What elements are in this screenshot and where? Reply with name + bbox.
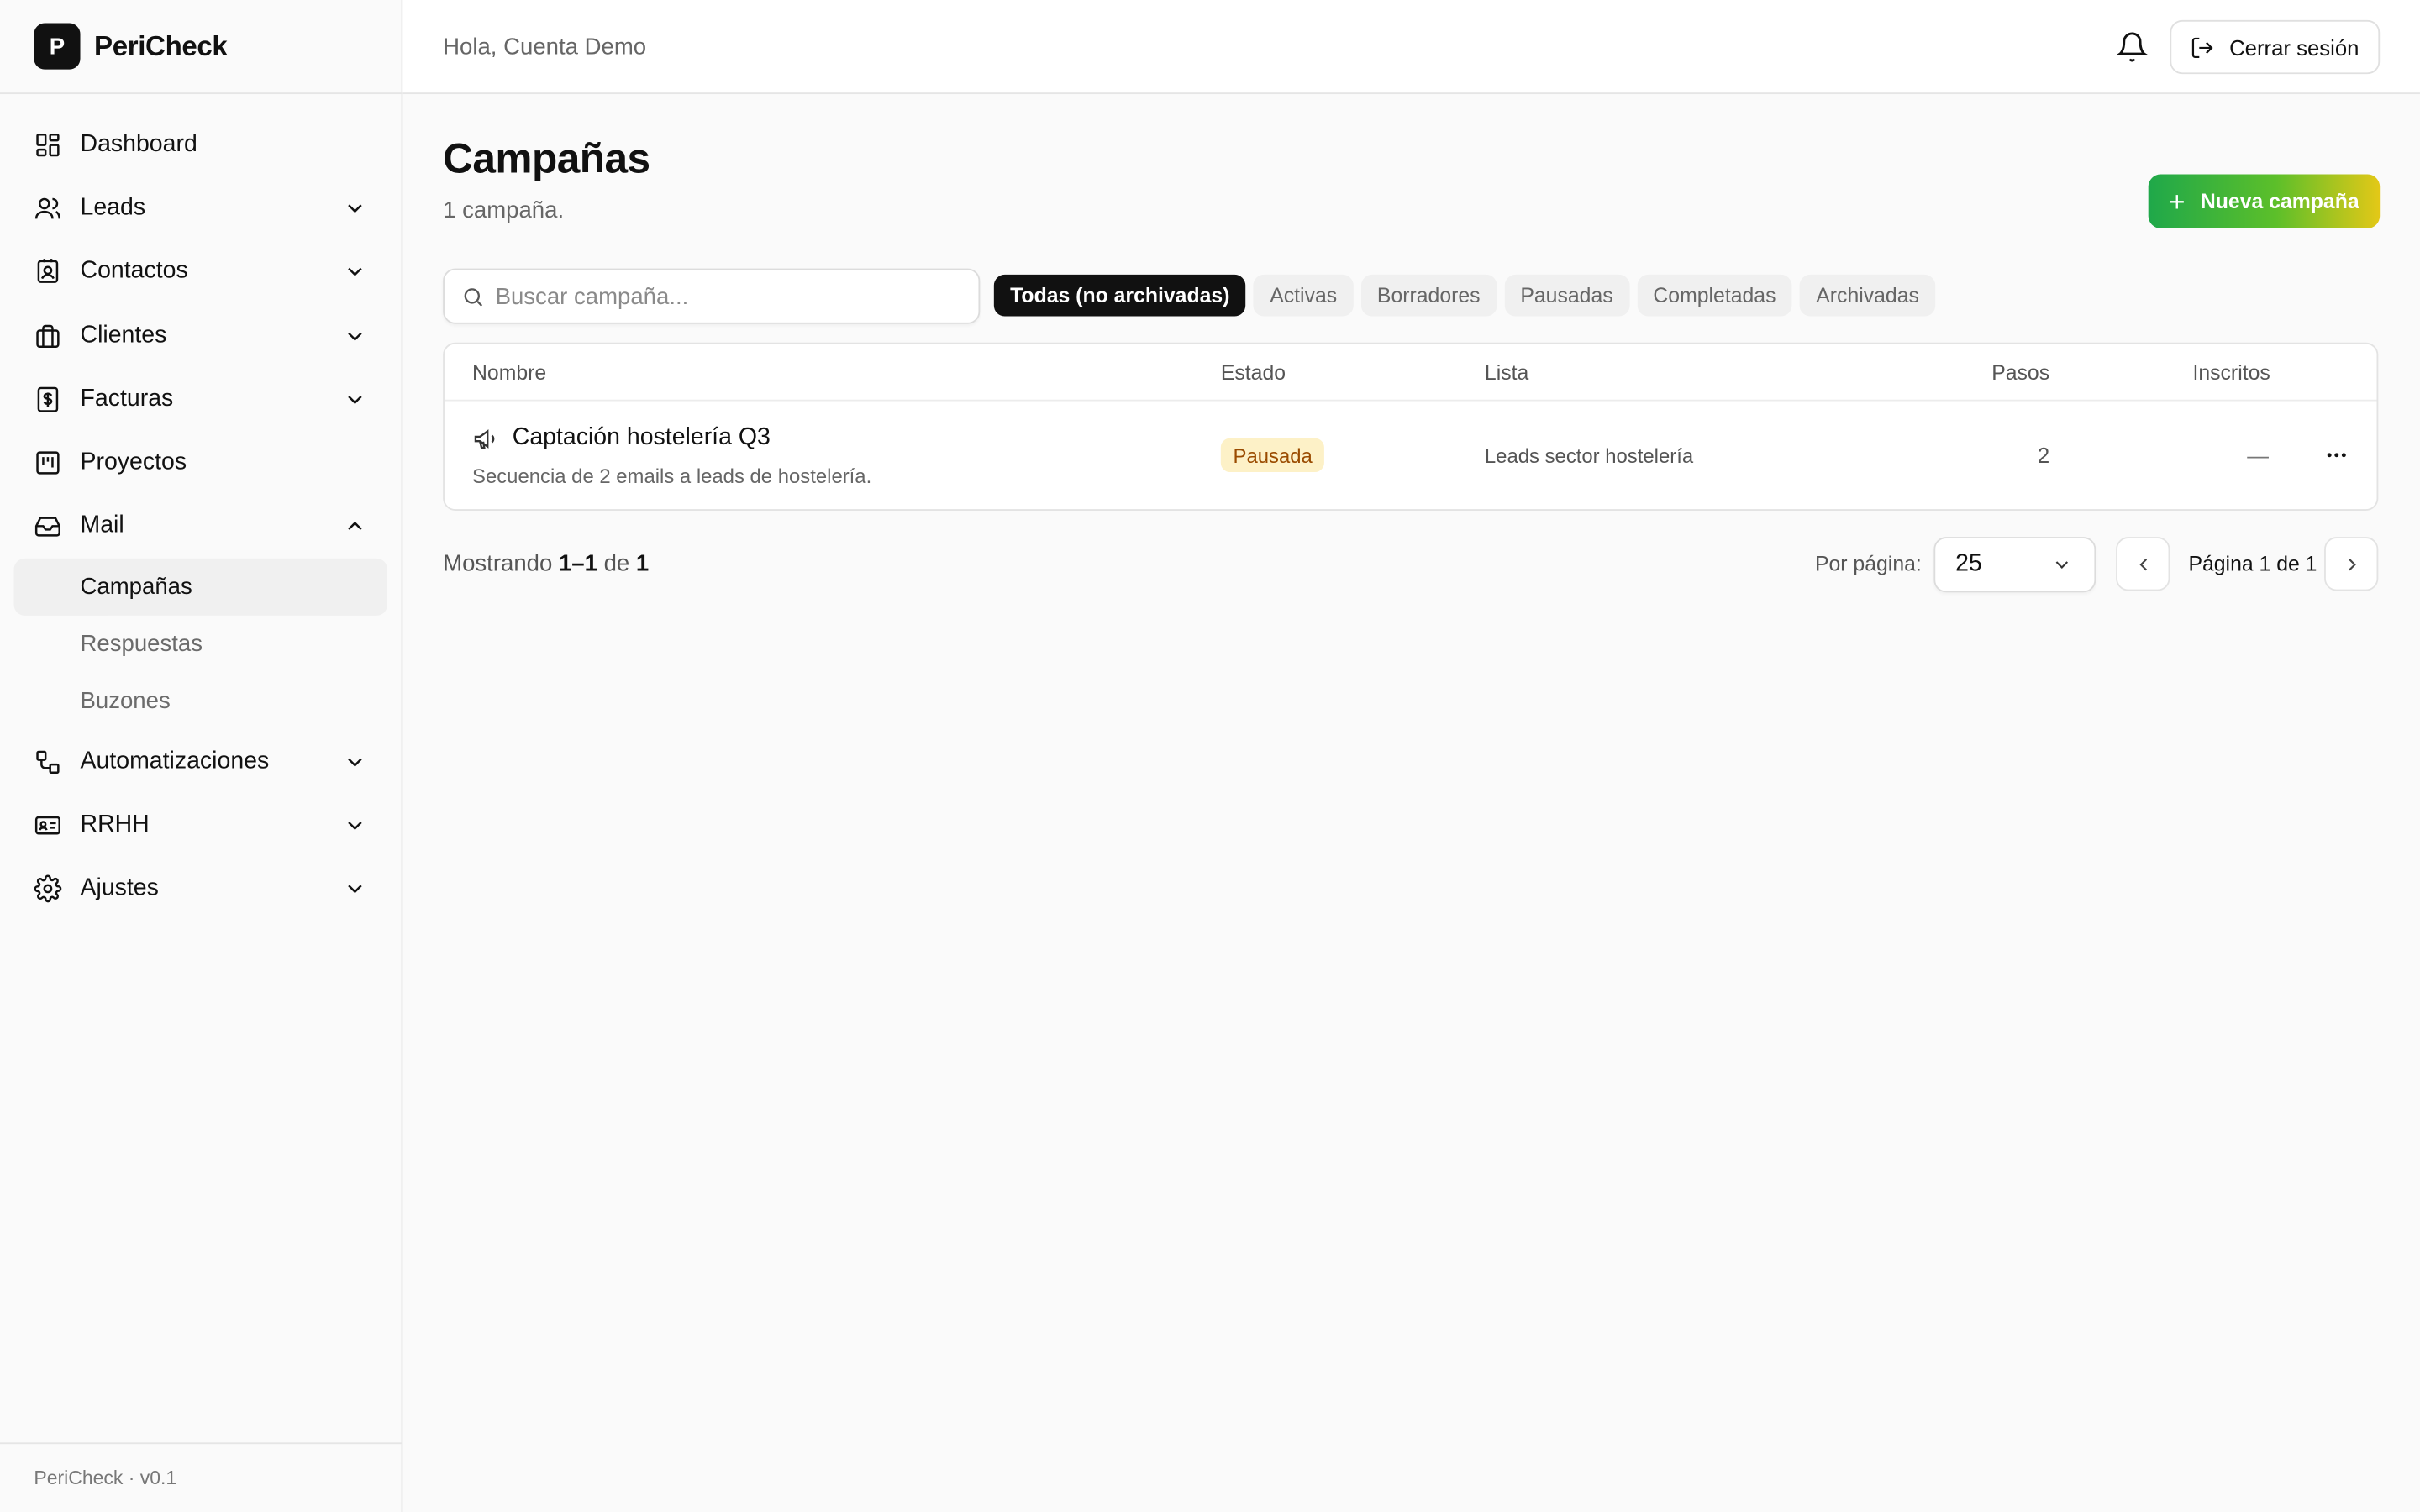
next-page-button[interactable] bbox=[2324, 537, 2379, 591]
workflow-icon bbox=[34, 748, 61, 775]
filter-activas[interactable]: Activas bbox=[1253, 274, 1354, 317]
campaigns-table: Nombre Estado Lista Pasos Inscritos Capt… bbox=[443, 342, 2379, 511]
sidebar-item-label: Facturas bbox=[80, 385, 174, 412]
column-header-lista[interactable]: Lista bbox=[1485, 361, 1528, 385]
new-campaign-label: Nueva campaña bbox=[2200, 189, 2360, 213]
search-input[interactable] bbox=[495, 283, 959, 310]
sidebar-item-dashboard[interactable]: Dashboard bbox=[0, 113, 402, 176]
table-row[interactable]: Captación hostelería Q3 Secuencia de 2 e… bbox=[445, 402, 2377, 511]
sidebar-item-label: Clientes bbox=[80, 322, 167, 349]
logout-label: Cerrar sesión bbox=[2229, 34, 2360, 60]
chevron-down-icon[interactable] bbox=[343, 260, 367, 284]
filter-completadas[interactable]: Completadas bbox=[1637, 274, 1792, 317]
logout-button[interactable]: Cerrar sesión bbox=[2170, 19, 2381, 75]
dashboard-icon bbox=[34, 130, 61, 158]
chevron-left-icon bbox=[2139, 558, 2147, 570]
inbox-icon bbox=[34, 513, 61, 541]
gear-icon bbox=[34, 875, 62, 903]
sidebar-item-label: Proyectos bbox=[80, 449, 187, 475]
campaign-description: Secuencia de 2 emails a leads de hostele… bbox=[472, 464, 872, 488]
new-campaign-button[interactable]: + Nueva campaña bbox=[2148, 174, 2381, 228]
brand-logo: P bbox=[34, 23, 81, 70]
more-options-icon[interactable] bbox=[2324, 443, 2349, 467]
id-card-icon bbox=[34, 811, 61, 839]
plus-icon: + bbox=[2169, 186, 2186, 218]
showing-range: 1–1 bbox=[558, 550, 597, 577]
filter-todas[interactable]: Todas (no archivadas) bbox=[993, 274, 1246, 317]
showing-total: 1 bbox=[635, 550, 650, 577]
briefcase-icon bbox=[34, 322, 61, 349]
showing-prefix: Mostrando bbox=[443, 550, 559, 577]
sidebar-item-label: Ajustes bbox=[80, 874, 159, 902]
users-icon bbox=[34, 194, 61, 222]
sidebar-item-rrhh[interactable]: RRHH bbox=[0, 794, 402, 858]
campaign-steps: 2 bbox=[2037, 443, 2050, 468]
sidebar-item-mail[interactable]: Mail bbox=[0, 495, 402, 559]
chevron-down-icon[interactable] bbox=[343, 877, 367, 901]
page-title: Campañas bbox=[443, 135, 650, 182]
sidebar-item-label: RRHH bbox=[80, 811, 150, 838]
chevron-right-icon bbox=[2348, 558, 2355, 570]
campaign-enrolled: — bbox=[2247, 443, 2269, 468]
megaphone-icon bbox=[472, 426, 498, 452]
campaign-name[interactable]: Captación hostelería Q3 bbox=[513, 424, 771, 452]
contact-book-icon bbox=[34, 258, 61, 286]
column-header-estado[interactable]: Estado bbox=[1221, 361, 1286, 385]
sidebar-footer-version: PeriCheck · v0.1 bbox=[0, 1442, 402, 1512]
filter-archivadas[interactable]: Archivadas bbox=[1799, 274, 1936, 317]
sidebar-item-facturas[interactable]: Facturas bbox=[0, 367, 402, 431]
logout-icon bbox=[2192, 36, 2214, 58]
column-header-inscritos[interactable]: Inscritos bbox=[2192, 361, 2270, 385]
invoice-icon bbox=[34, 386, 61, 413]
sidebar-subitem-buzones[interactable]: Buzones bbox=[14, 673, 387, 730]
page-info: Página 1 de 1 bbox=[2188, 552, 2317, 576]
sidebar-item-label: Mail bbox=[80, 512, 124, 539]
sidebar-item-leads[interactable]: Leads bbox=[0, 176, 402, 240]
status-filters: Todas (no archivadas) Activas Borradores… bbox=[993, 274, 1936, 317]
sidebar-item-contactos[interactable]: Contactos bbox=[0, 240, 402, 304]
filter-pausadas[interactable]: Pausadas bbox=[1504, 274, 1629, 317]
sidebar-nav: Dashboard Leads Contactos Clientes Factu… bbox=[0, 94, 402, 921]
per-page-value: 25 bbox=[1955, 550, 1982, 577]
per-page-label: Por página: bbox=[1814, 552, 1922, 576]
sidebar-item-clientes[interactable]: Clientes bbox=[0, 304, 402, 368]
chevron-up-icon[interactable] bbox=[343, 514, 367, 538]
brand-name: PeriCheck bbox=[94, 29, 228, 61]
chevron-down-icon[interactable] bbox=[343, 196, 367, 220]
chevron-down-icon bbox=[2051, 554, 2073, 575]
showing-mid: de bbox=[597, 550, 636, 577]
kanban-icon bbox=[34, 449, 61, 477]
sidebar-item-label: Contactos bbox=[80, 258, 188, 285]
search-icon bbox=[464, 287, 483, 306]
sidebar-subitem-campanas[interactable]: Campañas bbox=[13, 559, 388, 616]
search-box[interactable] bbox=[443, 268, 981, 324]
campaign-list: Leads sector hostelería bbox=[1484, 444, 1694, 468]
topbar: Hola, Cuenta Demo Cerrar sesión bbox=[402, 0, 2420, 95]
chevron-down-icon[interactable] bbox=[343, 387, 367, 412]
per-page-select[interactable]: 25 bbox=[1933, 537, 2096, 593]
chevron-down-icon[interactable] bbox=[343, 749, 367, 774]
column-header-pasos[interactable]: Pasos bbox=[1991, 361, 2049, 385]
sidebar-item-label: Automatizaciones bbox=[80, 748, 270, 774]
filter-borradores[interactable]: Borradores bbox=[1360, 274, 1497, 317]
bell-icon[interactable] bbox=[2116, 31, 2149, 64]
results-summary: Mostrando 1–1 de 1 bbox=[443, 551, 649, 577]
previous-page-button[interactable] bbox=[2116, 537, 2170, 591]
brand[interactable]: P PeriCheck bbox=[0, 0, 402, 95]
page-subtitle: 1 campaña. bbox=[443, 197, 565, 224]
sidebar-item-label: Dashboard bbox=[80, 130, 197, 157]
status-badge: Pausada bbox=[1220, 438, 1325, 473]
sidebar-item-proyectos[interactable]: Proyectos bbox=[0, 431, 402, 495]
sidebar-subitem-respuestas[interactable]: Respuestas bbox=[14, 616, 387, 673]
column-header-nombre[interactable]: Nombre bbox=[472, 361, 546, 385]
sidebar-item-ajustes[interactable]: Ajustes bbox=[0, 858, 402, 921]
chevron-down-icon[interactable] bbox=[343, 813, 367, 837]
table-header: Nombre Estado Lista Pasos Inscritos bbox=[444, 344, 2377, 402]
user-greeting: Hola, Cuenta Demo bbox=[443, 33, 647, 60]
sidebar-item-label: Leads bbox=[80, 194, 146, 221]
sidebar-item-automatizaciones[interactable]: Automatizaciones bbox=[0, 730, 402, 794]
sidebar: P PeriCheck Dashboard Leads Contactos Cl… bbox=[0, 0, 403, 1512]
chevron-down-icon[interactable] bbox=[343, 323, 367, 348]
